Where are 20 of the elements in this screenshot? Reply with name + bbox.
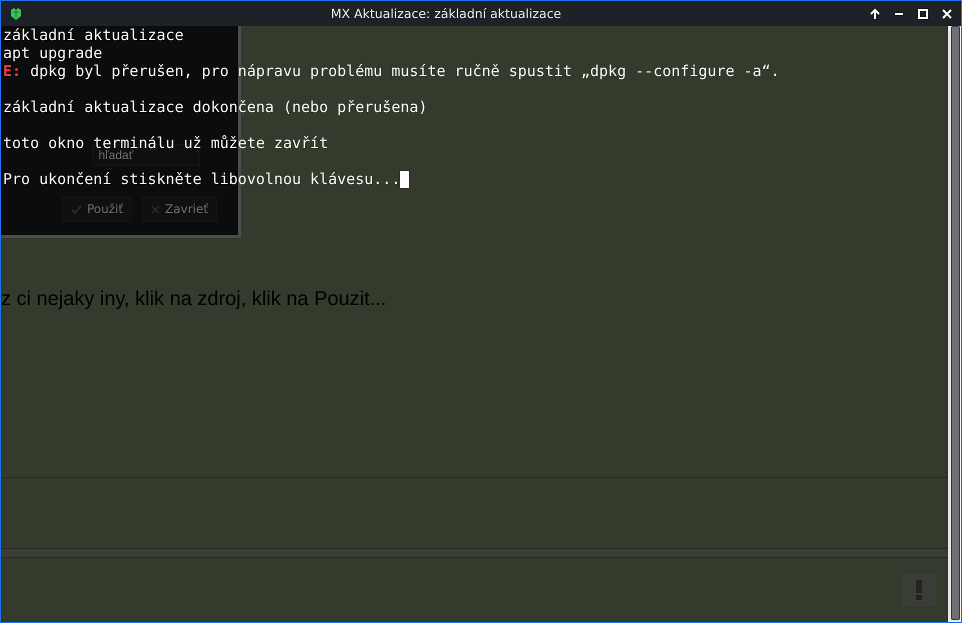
terminal-line: základní aktualizace dokončena (nebo přerušena) — [3, 98, 428, 116]
app-icon — [9, 6, 23, 20]
terminal-line: Pro ukončení stiskněte libovolnou klávesu... — [3, 170, 400, 188]
scrollbar-thumb[interactable] — [951, 26, 960, 620]
text-cursor — [400, 170, 410, 188]
maximize-icon[interactable] — [917, 8, 929, 20]
apply-button[interactable]: Použiť — [62, 196, 132, 222]
terminal-line: E: dpkg byl přerušen, pro nápravu problému musíte ručně spustit „dpkg --configure -a“. — [3, 62, 780, 80]
check-icon — [70, 204, 82, 214]
close-icon — [151, 204, 160, 214]
close-button[interactable]: Zavrieť — [142, 196, 218, 222]
scrollbar[interactable] — [948, 26, 961, 622]
close-icon[interactable] — [941, 8, 953, 20]
exclamation-icon — [915, 580, 923, 600]
splitter-handle[interactable] — [1, 548, 948, 558]
keep-above-icon[interactable] — [869, 8, 881, 20]
terminal-line: apt upgrade — [3, 44, 102, 62]
window-title: MX Aktualizace: základní aktualizace — [330, 6, 562, 21]
background-message: z ci nejaky iny, klik na zdroj, klik na Pouzit... — [1, 288, 388, 311]
terminal-line: základní aktualizace — [3, 26, 184, 44]
